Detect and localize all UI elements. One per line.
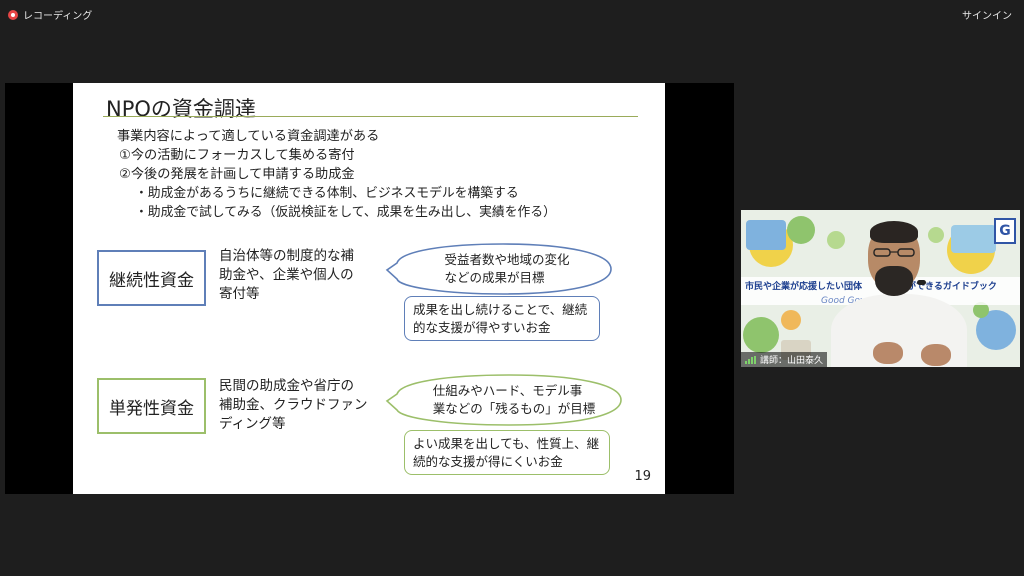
single-funding-box: 単発性資金 <box>97 378 206 434</box>
continuous-funding-box: 継続性資金 <box>97 250 206 306</box>
recording-icon <box>8 9 18 20</box>
bubble-line: 業などの「残るもの」が目標 <box>432 401 596 416</box>
single-funding-label: 単発性資金 <box>109 398 194 419</box>
slide-page-number: 19 <box>634 469 651 484</box>
title-divider <box>103 116 638 117</box>
logo-icon: G <box>994 218 1016 244</box>
desc-line: 自治体等の制度的な補 <box>219 248 354 264</box>
person-beard <box>875 266 913 296</box>
headset-mic-icon <box>917 280 926 285</box>
desc-line: 補助金、クラウドファン <box>219 397 368 413</box>
body-line: ・助成金があるうちに継続できる体制、ビジネスモデルを構築する <box>135 186 519 201</box>
desc-line: 助金や、企業や個人の <box>219 267 354 283</box>
continuous-funding-label: 継続性資金 <box>109 270 194 291</box>
presentation-slide: NPOの資金調達 事業内容によって適している資金調達がある ①今の活動にフォーカ… <box>73 83 665 494</box>
note-line: 的な支援が得やすいお金 <box>413 320 551 335</box>
meeting-topbar: レコーディング サインイン <box>0 0 1024 26</box>
slide-body: 事業内容によって適している資金調達がある ①今の活動にフォーカスして集める寄付 … <box>117 127 556 222</box>
body-line: ・助成金で試してみる（仮説検証をして、成果を生み出し、実績を作る） <box>135 205 556 220</box>
person-hair <box>870 221 918 243</box>
recording-indicator[interactable]: レコーディング <box>8 7 92 22</box>
single-note-box: よい成果を出しても、性質上、継 続的な支援が得にくいお金 <box>404 430 610 475</box>
body-line: ①今の活動にフォーカスして集める寄付 <box>119 148 355 163</box>
participant-video[interactable]: 市民や企業が応援したい団体 ができるガイドブック Good Gov ce G 講… <box>741 210 1020 367</box>
single-goal-bubble: 仕組みやハード、モデル事 業などの「残るもの」が目標 <box>385 372 625 428</box>
slide-title: NPOの資金調達 <box>106 97 256 121</box>
bubble-line: 仕組みやハード、モデル事 <box>432 383 583 398</box>
signin-button[interactable]: サインイン <box>962 7 1012 22</box>
desc-line: ディング等 <box>219 416 286 432</box>
participant-name: 講師：山田泰久 <box>760 356 824 366</box>
continuous-goal-bubble: 受益者数や地域の変化 などの成果が目標 <box>385 241 615 297</box>
body-line: 事業内容によって適している資金調達がある <box>117 129 380 144</box>
single-funding-desc: 民間の助成金や省庁の 補助金、クラウドファン ディング等 <box>219 377 368 434</box>
bubble-line: などの成果が目標 <box>444 270 545 285</box>
person-hand <box>873 342 903 364</box>
continuous-funding-desc: 自治体等の制度的な補 助金や、企業や個人の 寄付等 <box>219 247 354 304</box>
recording-label: レコーディング <box>23 11 93 22</box>
note-line: 続的な支援が得にくいお金 <box>413 454 563 469</box>
desc-line: 寄付等 <box>219 286 260 302</box>
note-line: よい成果を出しても、性質上、継 <box>413 436 600 451</box>
body-line: ②今後の発展を計画して申請する助成金 <box>119 167 355 182</box>
glasses-icon <box>873 248 915 257</box>
signal-icon <box>745 355 756 364</box>
note-line: 成果を出し続けることで、継続 <box>413 302 588 317</box>
person-hand <box>921 344 951 366</box>
continuous-note-box: 成果を出し続けることで、継続 的な支援が得やすいお金 <box>404 296 600 341</box>
participant-name-tag: 講師：山田泰久 <box>741 352 828 367</box>
bubble-line: 受益者数や地域の変化 <box>444 252 570 267</box>
desc-line: 民間の助成金や省庁の <box>219 378 354 394</box>
video-banner-title: 市民や企業が応援したい団体 ができるガイドブック <box>745 282 997 292</box>
